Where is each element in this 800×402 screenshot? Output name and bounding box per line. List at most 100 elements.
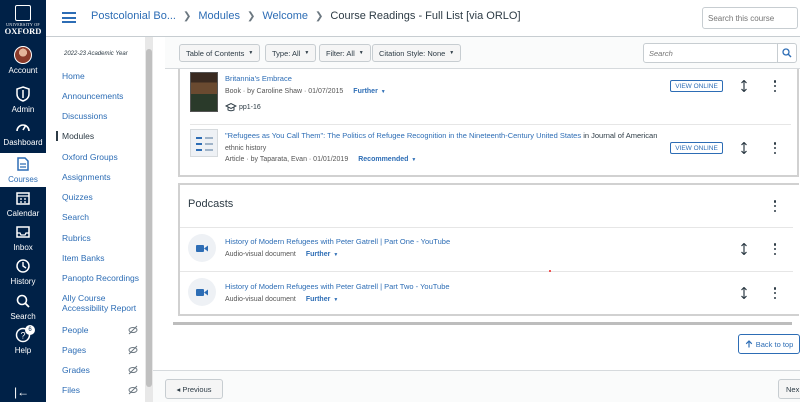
caret-down-icon: ▼ bbox=[358, 50, 364, 56]
video-camera-icon[interactable] bbox=[188, 234, 216, 262]
citation-style-dropdown[interactable]: Citation Style: None ▼ bbox=[372, 44, 462, 62]
course-nav-ally-report[interactable]: Ally Course Accessibility Report bbox=[56, 293, 142, 313]
course-nav-grades[interactable]: Grades bbox=[56, 365, 146, 375]
chevron-right-icon: ❯ bbox=[315, 10, 324, 22]
toc-dropdown[interactable]: Table of Contents ▼ bbox=[179, 44, 261, 62]
nav-inbox[interactable]: Inbox bbox=[0, 224, 46, 258]
reading-list-toolbar: Table of Contents ▼ Type: All ▼ Filter: Al… bbox=[165, 37, 800, 69]
collapse-nav-button[interactable]: |← bbox=[14, 385, 29, 399]
reading-title[interactable]: Britannia's Embrace bbox=[225, 74, 292, 83]
breadcrumb: Postcolonial Bo... ❯ Modules ❯ Welcome ❯… bbox=[91, 10, 521, 22]
reading-meta-text: Article · by Taparata, Evan · 01/01/2019 bbox=[225, 156, 349, 163]
scrollbar-thumb[interactable] bbox=[146, 49, 152, 387]
list-item: "Refugees as You Call Them": The Politic… bbox=[180, 125, 797, 175]
nav-dashboard[interactable]: Dashboard bbox=[0, 119, 46, 153]
video-camera-icon[interactable] bbox=[188, 278, 216, 306]
reading-search-button[interactable] bbox=[777, 43, 797, 63]
podcast-title[interactable]: History of Modern Refugees with Peter Ga… bbox=[225, 237, 450, 246]
move-arrows-icon[interactable] bbox=[739, 287, 749, 299]
course-search-input[interactable] bbox=[702, 7, 798, 29]
course-nav-files[interactable]: Files bbox=[56, 385, 146, 395]
importance-tag[interactable]: Further ▼ bbox=[353, 88, 385, 95]
eye-slash-icon bbox=[128, 365, 138, 375]
reading-meta: Book · by Caroline Shaw · 01/07/2015 Furt… bbox=[225, 88, 386, 95]
caret-down-icon: ▼ bbox=[248, 50, 254, 56]
course-nav-people[interactable]: People bbox=[56, 325, 146, 335]
chevron-right-icon: ❯ bbox=[183, 10, 192, 22]
crest-icon bbox=[15, 4, 31, 21]
move-arrows-icon[interactable] bbox=[739, 142, 749, 154]
nav-calendar-label: Calendar bbox=[6, 209, 40, 218]
caret-down-icon: ▼ bbox=[333, 297, 339, 303]
section-more-options-icon[interactable] bbox=[773, 200, 777, 212]
help-badge: 6 bbox=[25, 325, 35, 335]
filter-dropdown[interactable]: Filter: All ▼ bbox=[319, 44, 371, 62]
page-range: pp1-16 bbox=[225, 102, 261, 112]
clock-icon bbox=[16, 259, 30, 273]
more-options-icon[interactable] bbox=[773, 287, 777, 299]
list-item: Britannia's Embrace Book · by Caroline S… bbox=[180, 69, 797, 121]
breadcrumb-course[interactable]: Postcolonial Bo... bbox=[91, 10, 176, 22]
importance-label: Further bbox=[305, 251, 331, 258]
readings-section: Britannia's Embrace Book · by Caroline S… bbox=[178, 69, 799, 177]
divider bbox=[180, 227, 793, 228]
importance-tag[interactable]: Further ▼ bbox=[306, 251, 338, 258]
arrow-up-icon bbox=[745, 340, 752, 348]
reading-title[interactable]: "Refugees as You Call Them": The Politic… bbox=[225, 131, 581, 140]
citation-label: Citation Style: None bbox=[379, 48, 446, 58]
book-icon bbox=[17, 157, 29, 171]
section-heading: Podcasts bbox=[188, 198, 234, 210]
eye-slash-icon bbox=[128, 345, 138, 355]
course-nav-pages[interactable]: Pages bbox=[56, 345, 146, 355]
header: Postcolonial Bo... ❯ Modules ❯ Welcome ❯… bbox=[46, 0, 800, 37]
hamburger-icon[interactable] bbox=[62, 12, 76, 23]
podcast-title[interactable]: History of Modern Refugees with Peter Ga… bbox=[225, 282, 450, 291]
breadcrumb-welcome[interactable]: Welcome bbox=[262, 10, 308, 22]
nav-help-label: Help bbox=[14, 346, 32, 355]
cursor-marker bbox=[549, 270, 551, 272]
content-horizontal-scrollbar[interactable] bbox=[166, 318, 800, 328]
nav-help[interactable]: ? 6 Help bbox=[0, 325, 46, 361]
move-arrows-icon[interactable] bbox=[739, 243, 749, 255]
more-options-icon[interactable] bbox=[773, 243, 777, 255]
nav-search-label: Search bbox=[10, 312, 36, 321]
speedometer-icon bbox=[16, 124, 30, 132]
move-arrows-icon[interactable] bbox=[739, 80, 749, 92]
breadcrumb-modules[interactable]: Modules bbox=[198, 10, 240, 22]
more-options-icon[interactable] bbox=[773, 142, 777, 154]
nav-calendar[interactable]: Calendar bbox=[0, 190, 46, 224]
nav-admin[interactable]: Admin bbox=[0, 86, 46, 120]
back-to-top-button[interactable]: Back to top bbox=[738, 334, 800, 354]
oxford-logo[interactable]: UNIVERSITY OF OXFORD bbox=[3, 0, 43, 40]
importance-tag[interactable]: Recommended ▼ bbox=[358, 156, 416, 163]
nav-search[interactable]: Search bbox=[0, 293, 46, 327]
nav-dashboard-label: Dashboard bbox=[3, 138, 43, 147]
next-button[interactable]: Nex bbox=[778, 379, 800, 399]
reading-title-line: "Refugees as You Call Them": The Politic… bbox=[225, 131, 657, 140]
course-nav-files-label: Files bbox=[62, 385, 80, 395]
more-options-icon[interactable] bbox=[773, 80, 777, 92]
course-nav-scrollbar[interactable] bbox=[145, 37, 153, 402]
search-icon bbox=[16, 294, 30, 308]
eye-slash-icon bbox=[128, 325, 138, 335]
type-dropdown[interactable]: Type: All ▼ bbox=[265, 44, 317, 62]
nav-account[interactable]: Account bbox=[0, 46, 46, 80]
podcast-meta-text: Audio-visual document bbox=[225, 251, 296, 258]
caret-down-icon: ▼ bbox=[449, 50, 455, 56]
importance-label: Further bbox=[305, 296, 331, 303]
importance-tag[interactable]: Further ▼ bbox=[306, 296, 338, 303]
book-cover[interactable] bbox=[190, 72, 218, 112]
article-icon[interactable] bbox=[190, 129, 218, 157]
view-online-button[interactable]: VIEW ONLINE bbox=[670, 80, 723, 92]
previous-button[interactable]: ◂ Previous bbox=[165, 379, 223, 399]
reading-meta: Article · by Taparata, Evan · 01/01/2019… bbox=[225, 156, 416, 163]
journal-subtitle: ethnic history bbox=[225, 145, 267, 152]
reading-search-input[interactable] bbox=[643, 43, 779, 63]
view-online-button[interactable]: VIEW ONLINE bbox=[670, 142, 723, 154]
inbox-icon bbox=[16, 226, 30, 238]
scrollbar-track[interactable] bbox=[173, 322, 792, 325]
podcast-meta-text: Audio-visual document bbox=[225, 296, 296, 303]
nav-history[interactable]: History bbox=[0, 258, 46, 292]
nav-courses[interactable]: Courses bbox=[0, 153, 46, 187]
course-nav-people-label: People bbox=[62, 325, 89, 335]
